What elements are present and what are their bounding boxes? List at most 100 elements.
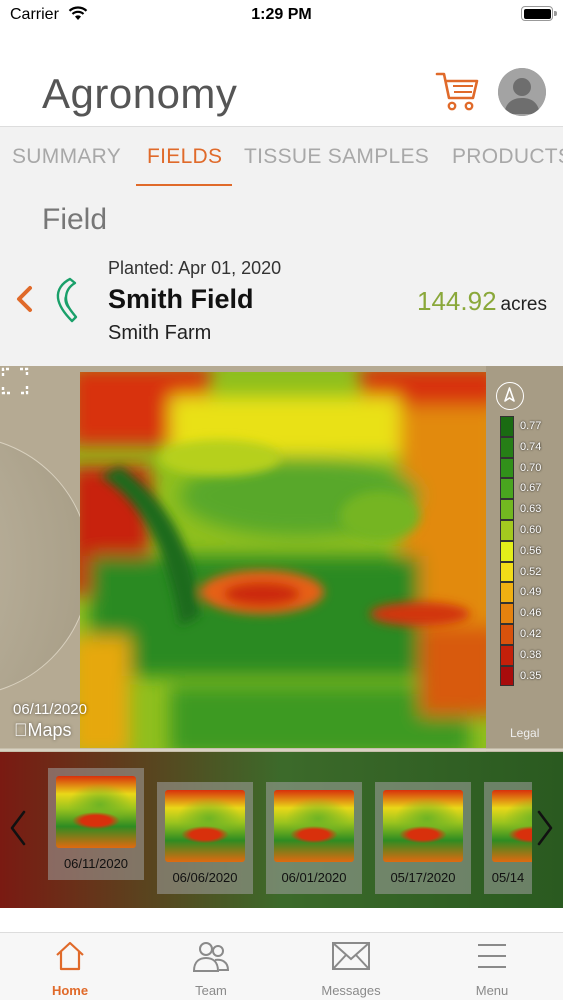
tabbar-label: Messages <box>321 983 381 998</box>
legend-swatch <box>500 540 514 562</box>
field-boundary-icon <box>56 277 78 323</box>
legend-label: 0.77 <box>520 420 542 432</box>
legend-swatch <box>500 665 514 687</box>
imagery-thumbnail[interactable]: 06/01/2020 <box>266 782 362 894</box>
legend-label: 0.63 <box>520 503 542 516</box>
legend-swatch <box>500 457 514 479</box>
legend-label: 0.46 <box>520 607 542 620</box>
legend-label: 0.38 <box>520 648 542 661</box>
avatar[interactable] <box>498 68 546 116</box>
content-divider <box>0 908 563 932</box>
tabbar-label: Home <box>51 983 89 998</box>
imagery-thumbnail[interactable]: 06/11/2020 <box>48 768 144 880</box>
legend-swatch <box>500 561 514 583</box>
planted-date: Apr 01, 2020 <box>178 258 282 278</box>
tabbar-label: Menu <box>475 983 509 998</box>
legend-swatch <box>500 499 514 520</box>
legend-row: 0.42 <box>500 623 556 645</box>
active-tab-indicator <box>136 184 232 186</box>
planted-info: Planted: Apr 01, 2020 <box>108 258 281 279</box>
thumbnail-date: 05/14 <box>491 870 525 885</box>
legend-row: 0.60 <box>500 519 556 541</box>
legend-row: 0.67 <box>500 478 556 500</box>
home-icon <box>56 941 84 971</box>
tabbar-team[interactable]: Team <box>161 939 261 999</box>
thumbnail-image <box>383 790 463 862</box>
legend-row: 0.56 <box>500 540 556 562</box>
legend-row: 0.52 <box>500 561 556 583</box>
imagery-filmstrip: 06/11/2020 06/06/2020 06/01/2020 05/17/2… <box>0 752 563 908</box>
app-header: Agronomy <box>0 32 563 126</box>
tab-fields[interactable]: FIELDS <box>147 145 222 169</box>
field-name: Smith Field <box>108 284 254 314</box>
field-acreage: 144.92 acres <box>417 286 547 317</box>
farm-name: Smith Farm <box>108 322 212 344</box>
previous-arrow-icon[interactable] <box>6 808 30 848</box>
legend-label: 0.56 <box>520 544 542 557</box>
thumbnail-image <box>274 790 354 862</box>
imagery-thumbnail[interactable]: 06/06/2020 <box>157 782 253 894</box>
status-bar: Carrier 1:29 PM <box>0 0 563 32</box>
legend-swatch <box>500 644 514 666</box>
acres-value: 144.92 <box>417 286 497 316</box>
legend-row: 0.74 <box>500 436 556 458</box>
menu-icon <box>478 944 506 968</box>
satellite-imagery <box>0 366 563 752</box>
tabbar-menu[interactable]: Menu <box>442 939 542 999</box>
apple-maps-logo: Maps <box>14 720 72 740</box>
thumbnail-date: 06/06/2020 <box>172 870 238 885</box>
legal-link[interactable]: Legal <box>510 726 539 740</box>
user-icon <box>498 68 546 116</box>
section-title: Field <box>42 203 108 236</box>
legend-label: 0.67 <box>520 482 542 495</box>
tabbar-label: Team <box>195 983 227 998</box>
legend-label: 0.52 <box>520 565 542 578</box>
thumbnail-image <box>165 790 245 862</box>
legend-label: 0.70 <box>520 461 542 474</box>
legend-swatch <box>500 603 514 624</box>
ndvi-legend: 0.77 0.74 0.70 0.67 0.63 0.60 0.56 0.52 … <box>500 416 556 687</box>
thumbnail-image <box>56 776 136 848</box>
imagery-thumbnail[interactable]: 05/14 <box>484 782 532 894</box>
bottom-tab-bar: Home Team Messages Menu <box>0 932 563 1000</box>
legend-label: 0.60 <box>520 523 542 536</box>
clock: 1:29 PM <box>251 6 312 23</box>
tabbar-messages[interactable]: Messages <box>301 939 401 999</box>
tabbar-home[interactable]: Home <box>20 939 120 999</box>
section-tabs: SUMMARY FIELDS TISSUE SAMPLES PRODUCTS <box>0 126 563 186</box>
ndvi-map[interactable]: 0.77 0.74 0.70 0.67 0.63 0.60 0.56 0.52 … <box>0 366 563 752</box>
team-icon <box>192 942 230 972</box>
back-arrow-icon[interactable] <box>12 284 38 314</box>
legend-label: 0.42 <box>520 627 542 640</box>
tab-products[interactable]: PRODUCTS <box>452 145 563 169</box>
thumbnail-date: 06/11/2020 <box>63 856 129 871</box>
legend-row: 0.77 <box>500 416 556 437</box>
legend-label: 0.49 <box>520 586 542 599</box>
imagery-thumbnail[interactable]: 05/17/2020 <box>375 782 471 894</box>
fullscreen-icon[interactable] <box>0 366 30 396</box>
legend-swatch <box>500 519 514 541</box>
legend-row: 0.46 <box>500 603 556 624</box>
legend-swatch <box>500 436 514 458</box>
cart-icon[interactable] <box>434 68 480 114</box>
apple-icon:  <box>14 720 28 740</box>
legend-label: 0.35 <box>520 669 542 682</box>
tab-tissue-samples[interactable]: TISSUE SAMPLES <box>244 145 429 169</box>
envelope-icon <box>332 942 370 970</box>
legend-swatch <box>500 623 514 645</box>
tab-summary[interactable]: SUMMARY <box>12 145 121 169</box>
app-title: Agronomy <box>42 70 238 117</box>
legend-row: 0.63 <box>500 499 556 520</box>
legend-row: 0.49 <box>500 582 556 604</box>
imagery-date: 06/11/2020 <box>13 701 87 718</box>
thumbnail-image <box>492 790 532 862</box>
next-arrow-icon[interactable] <box>533 808 557 848</box>
legend-row: 0.38 <box>500 644 556 666</box>
compass-icon[interactable] <box>496 382 524 410</box>
battery-icon <box>521 6 557 21</box>
legend-row: 0.35 <box>500 665 556 687</box>
acres-unit: acres <box>500 294 547 315</box>
thumbnail-date: 05/17/2020 <box>390 870 456 885</box>
legend-row: 0.70 <box>500 457 556 479</box>
legend-swatch <box>500 582 514 604</box>
